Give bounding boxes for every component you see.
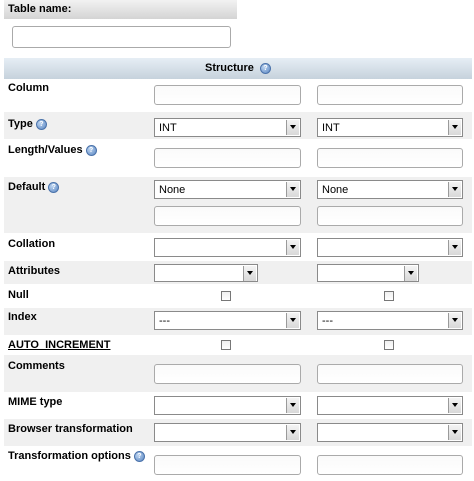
row-auto-increment: AUTO_INCREMENT xyxy=(4,335,472,355)
chevron-down-icon xyxy=(286,182,299,197)
column-name-input-2[interactable] xyxy=(317,85,463,105)
chevron-down-icon xyxy=(286,120,299,135)
type-label: Type xyxy=(8,118,33,130)
default-label: Default xyxy=(8,181,46,193)
structure-title: Structure xyxy=(205,62,254,74)
auto-increment-checkbox-1[interactable] xyxy=(221,340,231,350)
transformation-options-wrap: Transformation options? xyxy=(8,450,145,462)
default-select-2[interactable]: None xyxy=(317,180,463,199)
index-label: Index xyxy=(8,311,37,323)
row-browser-transformation: Browser transformation xyxy=(4,419,472,446)
chevron-down-icon xyxy=(286,398,299,413)
default-select-1[interactable]: None xyxy=(154,180,301,199)
index-value: --- xyxy=(159,315,170,327)
row-comments: Comments xyxy=(4,355,472,392)
column-name-input-1[interactable] xyxy=(154,85,301,105)
null-checkbox-1[interactable] xyxy=(221,291,231,301)
length-label-wrap: Length/Values? xyxy=(8,144,97,156)
transformation-options-input-2[interactable] xyxy=(317,455,463,475)
type-select-1[interactable]: INT xyxy=(154,118,301,137)
row-default: Default? None None xyxy=(4,177,472,233)
length-values-label: Length/Values xyxy=(8,144,83,156)
row-null: Null xyxy=(4,284,472,308)
attributes-select-2[interactable] xyxy=(317,264,419,282)
row-length-values: Length/Values? xyxy=(4,139,472,177)
mime-type-label: MIME type xyxy=(8,396,63,408)
default-input-1[interactable] xyxy=(154,206,301,226)
default-value: None xyxy=(322,184,349,196)
column-label: Column xyxy=(8,82,49,94)
attributes-select-1[interactable] xyxy=(154,264,258,282)
help-icon[interactable]: ? xyxy=(259,62,271,74)
table-name-label: Table name: xyxy=(4,0,237,19)
auto-increment-label: AUTO_INCREMENT xyxy=(8,339,111,351)
row-type: Type? INT INT xyxy=(4,112,472,139)
null-checkbox-2[interactable] xyxy=(384,291,394,301)
help-icon[interactable]: ? xyxy=(48,181,60,193)
attributes-label: Attributes xyxy=(8,265,60,277)
help-icon[interactable]: ? xyxy=(133,450,145,462)
comments-input-1[interactable] xyxy=(154,364,301,384)
browser-transformation-select-1[interactable] xyxy=(154,423,301,442)
auto-increment-checkbox-2[interactable] xyxy=(384,340,394,350)
index-select-1[interactable]: --- xyxy=(154,311,301,330)
chevron-down-icon xyxy=(448,182,461,197)
chevron-down-icon xyxy=(448,240,461,255)
chevron-down-icon xyxy=(448,313,461,328)
index-value: --- xyxy=(322,315,333,327)
row-collation: Collation xyxy=(4,233,472,261)
length-input-2[interactable] xyxy=(317,148,463,168)
row-attributes: Attributes xyxy=(4,261,472,284)
structure-header: Structure ? xyxy=(4,58,472,79)
mime-type-select-1[interactable] xyxy=(154,396,301,415)
type-select-2[interactable]: INT xyxy=(317,118,463,137)
collation-select-2[interactable] xyxy=(317,238,463,257)
default-label-wrap: Default? xyxy=(8,181,60,193)
transformation-options-input-1[interactable] xyxy=(154,455,301,475)
chevron-down-icon xyxy=(448,425,461,440)
help-icon[interactable]: ? xyxy=(35,118,47,130)
default-value: None xyxy=(159,184,186,196)
chevron-down-icon xyxy=(448,398,461,413)
null-label: Null xyxy=(8,289,29,301)
transformation-options-label: Transformation options xyxy=(8,450,131,462)
chevron-down-icon xyxy=(286,240,299,255)
help-icon[interactable]: ? xyxy=(85,144,97,156)
browser-transformation-select-2[interactable] xyxy=(317,423,463,442)
collation-select-1[interactable] xyxy=(154,238,301,257)
mime-type-select-2[interactable] xyxy=(317,396,463,415)
comments-label: Comments xyxy=(8,360,65,372)
comments-input-2[interactable] xyxy=(317,364,463,384)
row-index: Index --- --- xyxy=(4,308,472,335)
row-column: Column xyxy=(4,79,472,112)
row-transformation-options: Transformation options? xyxy=(4,446,472,481)
row-mime-type: MIME type xyxy=(4,392,472,419)
type-value: INT xyxy=(322,122,340,134)
chevron-down-icon xyxy=(243,266,256,281)
chevron-down-icon xyxy=(404,266,417,281)
chevron-down-icon xyxy=(286,313,299,328)
chevron-down-icon xyxy=(448,120,461,135)
length-input-1[interactable] xyxy=(154,148,301,168)
index-select-2[interactable]: --- xyxy=(317,311,463,330)
collation-label: Collation xyxy=(8,238,56,250)
table-name-input[interactable] xyxy=(12,26,231,48)
browser-transformation-label: Browser transformation xyxy=(8,423,133,435)
default-input-2[interactable] xyxy=(317,206,463,226)
chevron-down-icon xyxy=(286,425,299,440)
type-value: INT xyxy=(159,122,177,134)
type-label-wrap: Type? xyxy=(8,118,47,130)
